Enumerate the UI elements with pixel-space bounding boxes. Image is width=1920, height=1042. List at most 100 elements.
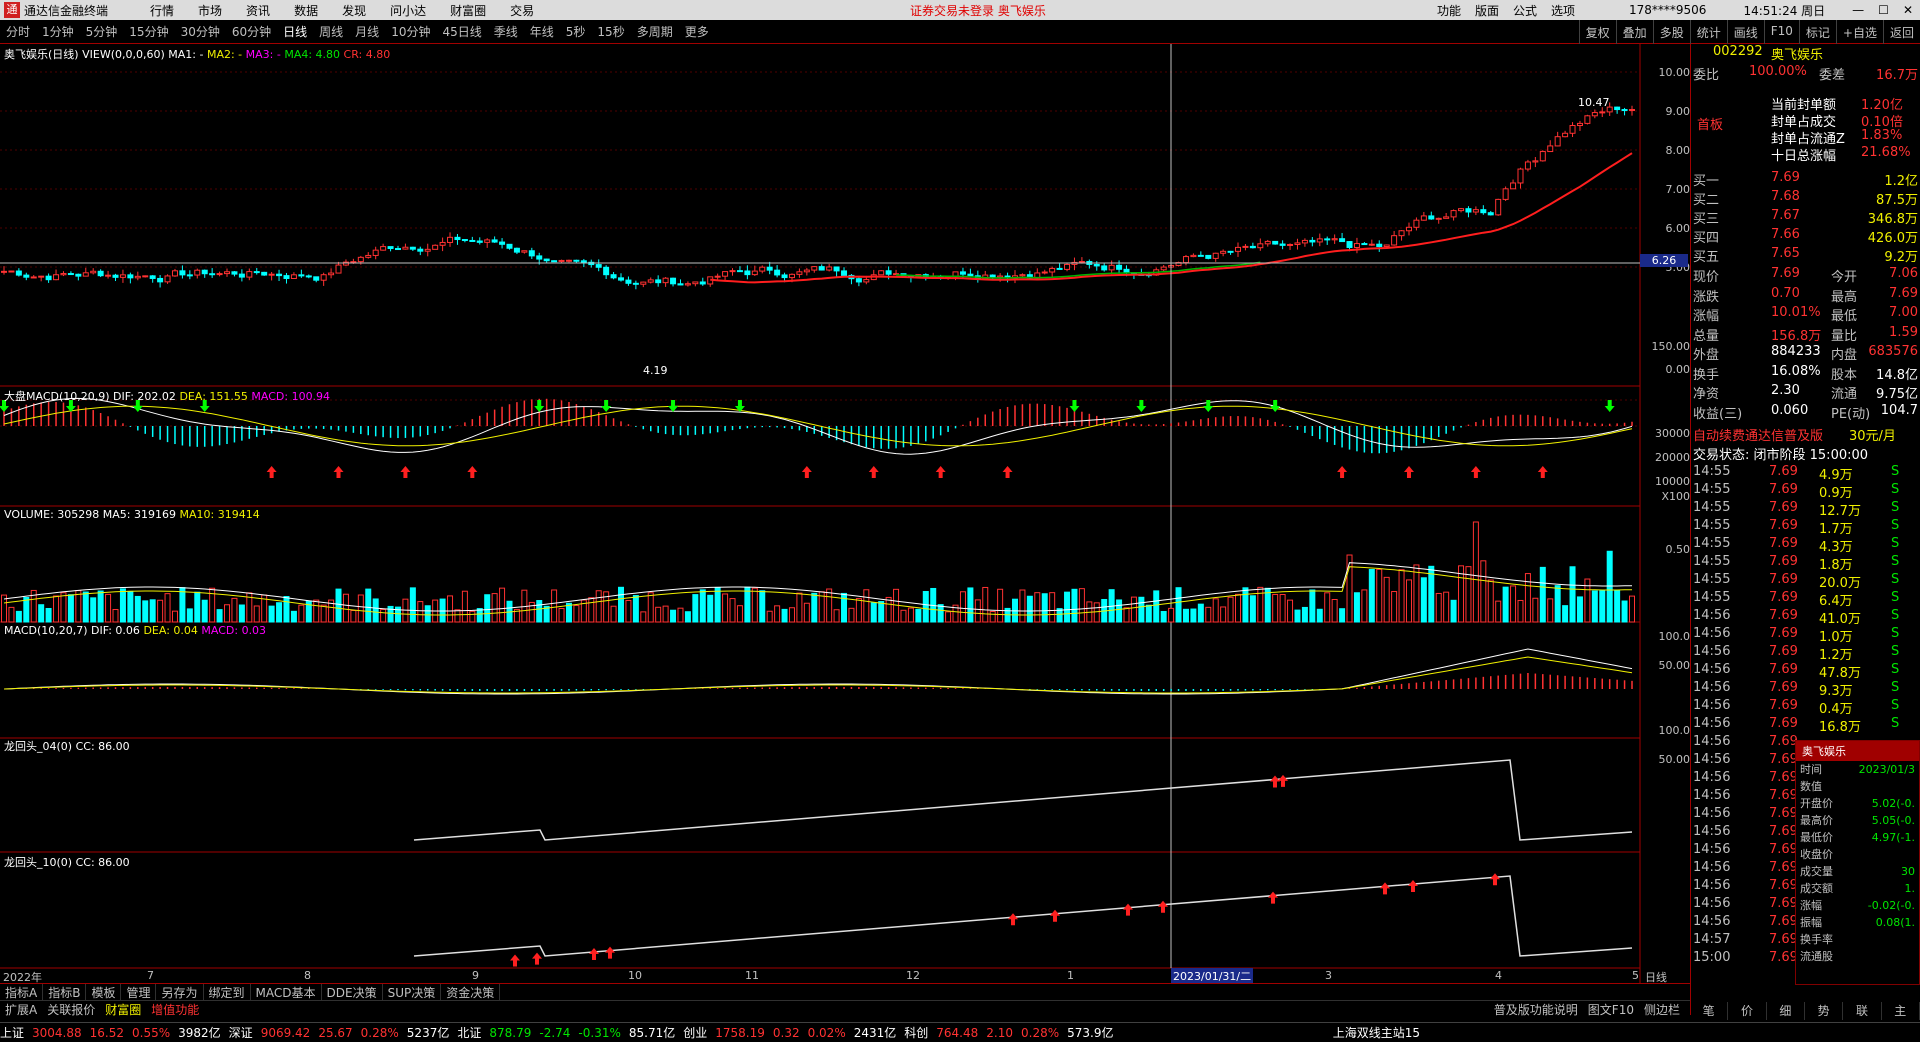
side-tab-2[interactable]: 细 [1767, 1002, 1805, 1020]
minimize-icon[interactable]: — [1852, 3, 1864, 17]
candle-body [82, 272, 89, 277]
ext-tab-0[interactable]: 扩展A [0, 1001, 42, 1018]
menu-item-6[interactable]: 财富圈 [450, 4, 486, 18]
bottom-link-2[interactable]: 侧边栏 [1639, 1001, 1685, 1018]
timeframe-1[interactable]: 1分钟 [36, 23, 80, 40]
x-month-label: 10 [628, 969, 642, 982]
index-name[interactable]: 上证 [0, 1024, 24, 1041]
menu-item-5[interactable]: 问小达 [390, 4, 426, 18]
y-tick: 50.00 [1658, 659, 1691, 672]
candle-body [543, 258, 550, 262]
indicator-tab-8[interactable]: SUP决策 [383, 983, 442, 1001]
indicator-tab-9[interactable]: 资金决策 [441, 983, 501, 1001]
tooltip-value [1852, 846, 1915, 863]
menu-item-7[interactable]: 交易 [510, 4, 534, 18]
bid-label: 买二 [1693, 193, 1720, 208]
candle-body [1301, 239, 1308, 244]
timeframe-5[interactable]: 60分钟 [226, 23, 277, 40]
timeframe-8[interactable]: 月线 [349, 23, 385, 40]
side-tab-5[interactable]: 主 [1882, 1002, 1920, 1020]
candle-body [179, 270, 186, 276]
side-tab-1[interactable]: 价 [1728, 1002, 1767, 1020]
timeframe-16[interactable]: 更多 [679, 23, 715, 40]
bottom-link-1[interactable]: 图文F10 [1583, 1001, 1639, 1018]
timeframe-6[interactable]: 日线 [277, 23, 313, 40]
indicator-tab-7[interactable]: DDE决策 [322, 983, 383, 1001]
candle-body [476, 240, 483, 243]
ext-tab-3[interactable]: 增值功能 [146, 1001, 204, 1018]
menu-item-2[interactable]: 资讯 [246, 4, 270, 18]
timeframe-7[interactable]: 周线 [313, 23, 349, 40]
timeframe-2[interactable]: 5分钟 [80, 23, 124, 40]
volume-bar [194, 591, 201, 623]
indicator-tab-6[interactable]: MACD基本 [251, 983, 322, 1001]
index-name[interactable]: 深证 [229, 1024, 253, 1041]
server-label[interactable]: 上海双线主站15 [1333, 1024, 1420, 1041]
volume-bar [796, 592, 803, 623]
toolbar-button-4[interactable]: 画线 [1726, 20, 1764, 44]
volume-bar [1093, 602, 1100, 623]
toolbar-button-6[interactable]: 标记 [1798, 20, 1836, 44]
timeframe-14[interactable]: 15秒 [591, 23, 630, 40]
close-icon[interactable]: ✕ [1903, 3, 1913, 17]
right-menu-item-1[interactable]: 版面 [1475, 4, 1499, 18]
timeframe-9[interactable]: 10分钟 [385, 23, 436, 40]
timeframe-11[interactable]: 季线 [488, 23, 524, 40]
candle-body [1242, 245, 1249, 248]
candle-body [461, 239, 468, 242]
login-notice[interactable]: 证券交易未登录 奥飞娱乐 [910, 2, 1046, 19]
menu-item-3[interactable]: 数据 [294, 4, 318, 18]
menu-item-1[interactable]: 市场 [198, 4, 222, 18]
right-menu-item-2[interactable]: 公式 [1513, 4, 1537, 18]
tick-price: 7.69 [1769, 482, 1798, 497]
toolbar-button-7[interactable]: +自选 [1835, 20, 1883, 44]
signal-arrow [266, 466, 277, 478]
timeframe-0[interactable]: 分时 [0, 23, 36, 40]
right-menu-item-3[interactable]: 选项 [1551, 4, 1575, 18]
toolbar-button-3[interactable]: 统计 [1689, 20, 1727, 44]
menu-item-0[interactable]: 行情 [150, 4, 174, 18]
ext-tab-2[interactable]: 财富圈 [100, 1001, 146, 1018]
menu-item-4[interactable]: 发现 [342, 4, 366, 18]
tooltip-value [1852, 948, 1915, 965]
volume-bar [424, 605, 431, 623]
side-tab-3[interactable]: 势 [1805, 1002, 1844, 1020]
timeframe-15[interactable]: 多周期 [631, 23, 679, 40]
right-menu-item-0[interactable]: 功能 [1437, 4, 1461, 18]
indicator-tab-2[interactable]: 模板 [86, 983, 122, 1001]
volume-bar [551, 589, 558, 623]
ext-tab-1[interactable]: 关联报价 [42, 1001, 100, 1018]
side-tab-4[interactable]: 联 [1843, 1002, 1882, 1020]
indicator-tab-3[interactable]: 管理 [121, 983, 157, 1001]
indicator-tab-4[interactable]: 另存为 [156, 983, 204, 1001]
account-label[interactable]: 178****9506 [1629, 3, 1706, 17]
timeframe-10[interactable]: 45日线 [436, 23, 487, 40]
candle-body [1249, 245, 1256, 249]
toolbar-button-2[interactable]: 多股 [1652, 20, 1690, 44]
timeframe-12[interactable]: 年线 [524, 23, 560, 40]
maximize-icon[interactable]: ☐ [1878, 3, 1889, 17]
side-tab-0[interactable]: 笔 [1690, 1002, 1729, 1020]
bottom-link-0[interactable]: 普及版功能说明 [1489, 1001, 1583, 1018]
candle-body [989, 274, 996, 278]
toolbar-button-8[interactable]: 返回 [1882, 20, 1920, 44]
index-name[interactable]: 创业 [683, 1024, 707, 1041]
index-name[interactable]: 科创 [904, 1024, 928, 1041]
timeframe-3[interactable]: 15分钟 [123, 23, 174, 40]
toolbar-button-0[interactable]: 复权 [1578, 20, 1616, 44]
candle-body [1435, 217, 1442, 220]
index-name[interactable]: 北证 [457, 1024, 481, 1041]
candle-body [380, 246, 387, 251]
toolbar-button-1[interactable]: 叠加 [1615, 20, 1653, 44]
indicator-tab-1[interactable]: 指标B [43, 983, 87, 1001]
tick-side: S [1891, 518, 1900, 533]
volume-bar [134, 595, 141, 623]
indicator-tab-0[interactable]: 指标A [0, 983, 44, 1001]
timeframe-4[interactable]: 30分钟 [175, 23, 226, 40]
indicator-tab-5[interactable]: 绑定到 [204, 983, 251, 1001]
timeframe-13[interactable]: 5秒 [560, 23, 592, 40]
candle-body [580, 260, 587, 263]
volume-bar [1450, 599, 1457, 623]
toolbar-button-5[interactable]: F10 [1763, 20, 1799, 44]
volume-bar [670, 609, 677, 623]
